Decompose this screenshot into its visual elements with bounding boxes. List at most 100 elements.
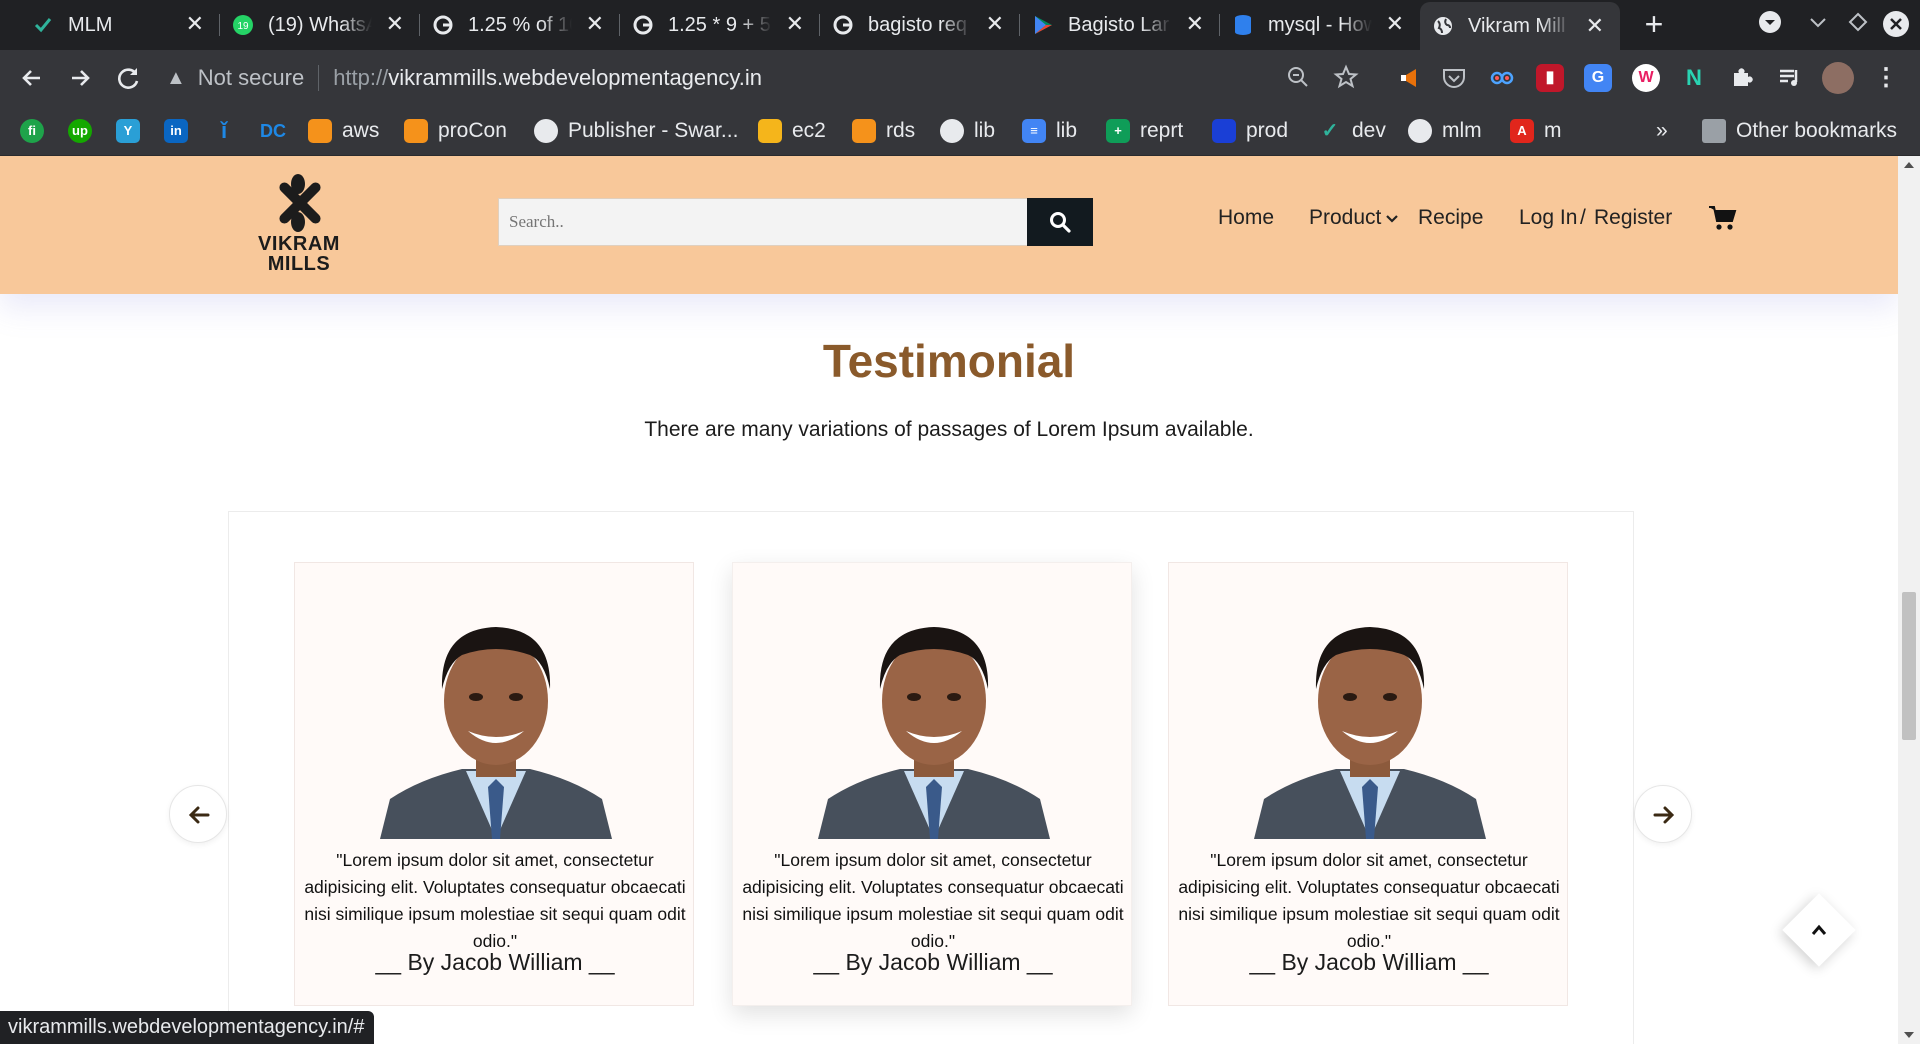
new-tab-button[interactable]: + xyxy=(1636,6,1672,42)
bookmark-linkedin[interactable]: in xyxy=(164,116,198,146)
section-subtitle: There are many variations of passages of… xyxy=(644,418,1254,441)
reload-button[interactable] xyxy=(110,60,146,96)
bookmark-dev[interactable]: ✓ dev xyxy=(1318,116,1386,146)
bookmark-procon[interactable]: proCon xyxy=(404,116,507,146)
scroll-to-top-button[interactable] xyxy=(1782,893,1856,967)
chevron-up-icon xyxy=(1807,918,1831,942)
pdf-icon: A xyxy=(1510,119,1534,143)
megaphone-icon[interactable] xyxy=(1396,64,1424,92)
search-button[interactable] xyxy=(1027,198,1093,246)
bookmark-rds[interactable]: rds xyxy=(852,116,915,146)
tab-google-3[interactable]: bagisto req ✕ xyxy=(820,0,1020,50)
bookmark-upwork[interactable]: up xyxy=(68,116,102,146)
avatar[interactable] xyxy=(1822,62,1854,94)
cart-button[interactable] xyxy=(1708,204,1738,232)
warning-icon: ▲ xyxy=(166,66,186,89)
bookmark-lib-1[interactable]: lib xyxy=(940,116,995,146)
close-icon[interactable]: ✕ xyxy=(586,12,604,36)
bookmark-dc[interactable]: DC xyxy=(260,116,294,146)
zoom-icon[interactable] xyxy=(1284,64,1312,92)
nav-product[interactable]: Product xyxy=(1309,206,1399,230)
bookmarks-overflow-button[interactable]: » xyxy=(1656,116,1668,146)
tab-google-2[interactable]: 1.25 * 9 + 5 ✕ xyxy=(620,0,820,50)
bookmark-prod[interactable]: prod xyxy=(1212,116,1288,146)
section-title: Testimonial xyxy=(822,335,1076,387)
url-scheme: http:// xyxy=(333,65,389,90)
linkedin-icon: in xyxy=(164,119,188,143)
bookmark-mlm[interactable]: mlm xyxy=(1408,116,1482,146)
tab-search-icon[interactable] xyxy=(1758,10,1782,40)
media-icon[interactable]: ▮ xyxy=(1536,64,1564,92)
minimize-icon[interactable] xyxy=(1806,10,1830,40)
tab-mysql[interactable]: mysql - How ✕ xyxy=(1220,0,1420,50)
search-input[interactable] xyxy=(499,199,1027,245)
nav-product-label: Product xyxy=(1309,206,1382,229)
bookmark-aws[interactable]: aws xyxy=(308,116,379,146)
page-scrollbar[interactable] xyxy=(1898,156,1920,1044)
scrollbar-thumb[interactable] xyxy=(1902,592,1916,740)
arrow-left-icon xyxy=(188,806,210,824)
pocket-icon[interactable] xyxy=(1440,64,1468,92)
search-field[interactable] xyxy=(498,198,1028,246)
google-icon xyxy=(832,14,854,36)
url-host: vikrammills.webdevelopmentagency.in xyxy=(388,65,762,90)
testimonial-quote: "Lorem ipsum dolor sit amet, consectetur… xyxy=(1178,850,1560,951)
bookmark-fi[interactable]: fi xyxy=(20,116,54,146)
site-logo[interactable]: VIKRAM MILLS xyxy=(244,172,354,282)
nav-login[interactable]: Log In xyxy=(1519,206,1577,230)
bookmark-ec2[interactable]: ec2 xyxy=(758,116,826,146)
testimonial-author: __ By Jacob William __ xyxy=(1249,949,1489,975)
person-photo xyxy=(818,609,1050,839)
bookmark-lib-2[interactable]: ≡ lib xyxy=(1022,116,1077,146)
restore-icon[interactable] xyxy=(1846,10,1870,40)
tab-vikram-mills[interactable]: Vikram Mill ✕ xyxy=(1420,2,1620,50)
other-bookmarks[interactable]: Other bookmarks xyxy=(1702,116,1897,146)
star-icon[interactable] xyxy=(1332,64,1360,92)
close-icon[interactable]: ✕ xyxy=(786,12,804,36)
nav-home[interactable]: Home xyxy=(1218,206,1274,230)
globe-icon xyxy=(940,119,964,143)
tab-google-1[interactable]: 1.25 % of 10 ✕ xyxy=(420,0,620,50)
address-bar[interactable]: ▲ Not secure http://vikrammills.webdevel… xyxy=(166,56,1316,100)
person-photo xyxy=(380,609,612,839)
bookmark-info[interactable]: ǐ xyxy=(212,116,246,146)
nav-recipe[interactable]: Recipe xyxy=(1418,206,1483,230)
upwork-icon: up xyxy=(68,119,92,143)
n-extension-icon[interactable]: N xyxy=(1680,64,1708,92)
status-bar-url: vikrammills.webdevelopmentagency.in/# xyxy=(0,1011,375,1044)
back-button[interactable] xyxy=(14,60,50,96)
bookmark-m[interactable]: Am xyxy=(1510,116,1562,146)
tab-bagisto[interactable]: Bagisto Lar ✕ xyxy=(1020,0,1220,50)
puzzle-icon[interactable] xyxy=(1728,64,1756,92)
box-icon xyxy=(852,119,876,143)
security-label: Not secure xyxy=(197,65,305,90)
bookmark-y[interactable]: Y xyxy=(116,116,150,146)
carousel-prev-button[interactable] xyxy=(169,785,227,843)
w-extension-icon[interactable]: W xyxy=(1632,64,1660,92)
bag-icon xyxy=(1212,119,1236,143)
database-icon xyxy=(1232,14,1254,36)
google-icon xyxy=(432,14,454,36)
nav-register[interactable]: Register xyxy=(1594,206,1672,230)
scroll-up-arrow[interactable] xyxy=(1904,162,1914,168)
globe-icon xyxy=(1432,15,1454,37)
close-icon[interactable]: ✕ xyxy=(986,12,1004,36)
scroll-down-arrow[interactable] xyxy=(1904,1032,1914,1038)
menu-icon[interactable]: ⋮ xyxy=(1872,64,1900,92)
bookmark-label: dev xyxy=(1352,119,1386,142)
bookmark-publisher[interactable]: Publisher - Swar... xyxy=(534,116,738,146)
close-icon[interactable]: ✕ xyxy=(186,12,204,36)
carousel-next-button[interactable] xyxy=(1634,785,1692,843)
tab-whatsapp[interactable]: 19 (19) WhatsApp ✕ xyxy=(220,0,420,50)
close-icon[interactable]: ✕ xyxy=(1186,12,1204,36)
bookmark-reprt[interactable]: + reprt xyxy=(1106,116,1183,146)
forward-button[interactable] xyxy=(62,60,98,96)
glasses-icon[interactable] xyxy=(1488,64,1516,92)
close-icon[interactable]: ✕ xyxy=(386,12,404,36)
close-icon[interactable]: ✕ xyxy=(1386,12,1404,36)
close-icon[interactable]: ✕ xyxy=(1586,14,1604,38)
tab-mlm[interactable]: MLM ✕ xyxy=(20,0,220,50)
media-queue-icon[interactable] xyxy=(1776,64,1804,92)
translate-icon[interactable]: G xyxy=(1584,64,1612,92)
window-close-icon[interactable] xyxy=(1882,10,1910,44)
